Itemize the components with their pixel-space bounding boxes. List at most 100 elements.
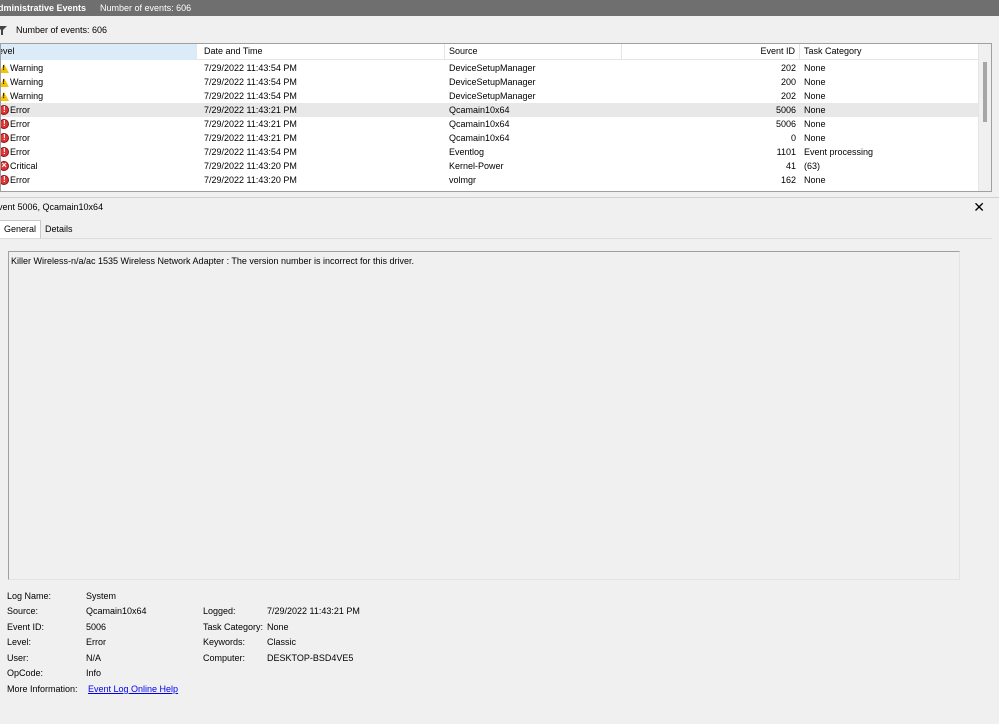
- table-row[interactable]: Error 7/29/2022 11:43:21 PM Qcamain10x64 0N…: [1, 131, 979, 145]
- logged-value: 7/29/2022 11:43:21 PM: [267, 606, 360, 616]
- view-title: dministrative Events: [0, 3, 87, 13]
- event-id-label: Event ID:: [7, 622, 45, 632]
- computer-value: DESKTOP-BSD4VE5: [267, 653, 354, 663]
- level-cell: Error: [1, 103, 198, 117]
- event-id-cell: 202: [780, 91, 796, 101]
- event-id-cell: 5006: [775, 105, 796, 115]
- level-cell: Critical: [1, 159, 198, 173]
- log-name-value: System: [86, 591, 117, 601]
- error-icon: [1, 105, 9, 115]
- event-count: Number of events: 606: [100, 3, 192, 13]
- source-label: Source:: [7, 606, 39, 616]
- date-cell: 7/29/2022 11:43:20 PM: [204, 161, 297, 171]
- date-cell: 7/29/2022 11:43:21 PM: [204, 119, 297, 129]
- user-label: User:: [7, 653, 29, 663]
- opcode-value: Info: [86, 668, 102, 678]
- task-category-cell: (63): [804, 161, 821, 171]
- event-id-cell: 202: [780, 63, 796, 73]
- level-cell: Warning: [1, 89, 198, 103]
- general-panel: Killer Wireless-n/a/ac 1535 Wireless Net…: [0, 238, 992, 720]
- event-message: Killer Wireless-n/a/ac 1535 Wireless Net…: [11, 256, 414, 266]
- level-text: Error: [10, 119, 30, 129]
- source-cell: volmgr: [449, 175, 477, 185]
- critical-icon: [1, 161, 9, 171]
- source-cell: DeviceSetupManager: [449, 63, 536, 73]
- column-header-source[interactable]: Source: [445, 44, 622, 60]
- event-id-cell: 200: [780, 77, 796, 87]
- close-icon[interactable]: ✕: [973, 199, 985, 215]
- date-cell: 7/29/2022 11:43:21 PM: [204, 105, 297, 115]
- computer-label: Computer:: [203, 653, 246, 663]
- error-icon: [1, 133, 9, 143]
- task-category-cell: None: [804, 133, 826, 143]
- error-icon: [1, 175, 9, 185]
- level-cell: Error: [1, 117, 198, 131]
- level-text: Error: [10, 133, 30, 143]
- detail-tabs: General Details: [0, 220, 77, 238]
- event-id-cell: 1101: [776, 147, 796, 157]
- level-cell: Error: [1, 131, 198, 145]
- events-grid[interactable]: evel Date and Time Source Event ID Task …: [0, 43, 992, 192]
- task-category-cell: None: [804, 105, 826, 115]
- task-category-label: Task Category:: [203, 622, 264, 632]
- keywords-label: Keywords:: [203, 637, 246, 647]
- table-row[interactable]: Critical 7/29/2022 11:43:20 PM Kernel-Powe…: [1, 159, 979, 173]
- user-value: N/A: [86, 653, 102, 663]
- source-value: Qcamain10x64: [86, 606, 147, 616]
- scrollbar-thumb[interactable]: [983, 62, 987, 122]
- column-header-event-id[interactable]: Event ID: [622, 44, 800, 60]
- grid-vertical-scrollbar[interactable]: [978, 44, 991, 191]
- tab-details[interactable]: Details: [41, 220, 77, 238]
- level-cell: Error: [1, 145, 198, 159]
- level-value: Error: [86, 637, 106, 647]
- event-message-box[interactable]: Killer Wireless-n/a/ac 1535 Wireless Net…: [8, 251, 960, 580]
- task-category-cell: None: [804, 77, 826, 87]
- source-cell: Qcamain10x64: [449, 133, 510, 143]
- date-cell: 7/29/2022 11:43:54 PM: [204, 91, 297, 101]
- level-text: Critical: [10, 161, 38, 171]
- date-cell: 7/29/2022 11:43:20 PM: [204, 175, 297, 185]
- table-row[interactable]: Error 7/29/2022 11:43:21 PM Qcamain10x64 50…: [1, 103, 979, 117]
- more-information-label: More Information:: [7, 684, 78, 694]
- column-header-level[interactable]: evel: [1, 44, 197, 60]
- task-category-cell: None: [804, 175, 826, 185]
- filter-label: Number of events: 606: [16, 24, 108, 35]
- table-row[interactable]: Error 7/29/2022 11:43:21 PM Qcamain10x64 50…: [1, 117, 979, 131]
- source-cell: DeviceSetupManager: [449, 91, 536, 101]
- event-id-cell: 162: [780, 175, 796, 185]
- level-cell: Warning: [1, 61, 198, 75]
- level-text: Error: [10, 147, 30, 157]
- filter-icon[interactable]: [0, 24, 7, 36]
- source-cell: Eventlog: [449, 147, 485, 157]
- level-text: Warning: [10, 77, 44, 87]
- tab-general[interactable]: General: [0, 220, 42, 238]
- warning-icon: [1, 91, 9, 101]
- date-cell: 7/29/2022 11:43:54 PM: [204, 77, 297, 87]
- event-id-cell: 41: [785, 161, 796, 171]
- detail-header: vent 5006, Qcamain10x64 ✕: [0, 197, 999, 216]
- warning-icon: [1, 77, 9, 87]
- warning-icon: [1, 63, 9, 73]
- column-header-task-category[interactable]: Task Category: [800, 44, 979, 60]
- level-text: Warning: [10, 91, 44, 101]
- table-row[interactable]: Warning 7/29/2022 11:43:54 PM DeviceSetupM…: [1, 75, 979, 89]
- event-id-value: 5006: [86, 622, 107, 632]
- table-row[interactable]: Error 7/29/2022 11:43:20 PM volmgr 162 None: [1, 173, 979, 187]
- level-text: Error: [10, 175, 30, 185]
- event-id-cell: 5006: [775, 119, 796, 129]
- level-label: Level:: [7, 637, 32, 647]
- log-name-label: Log Name:: [7, 591, 52, 601]
- level-cell: Warning: [1, 75, 198, 89]
- column-header-date[interactable]: Date and Time: [200, 44, 445, 60]
- source-cell: DeviceSetupManager: [449, 77, 536, 87]
- source-cell: Qcamain10x64: [449, 105, 510, 115]
- level-text: Error: [10, 105, 30, 115]
- event-log-online-help-link[interactable]: Event Log Online Help: [88, 684, 178, 694]
- task-category-cell: None: [804, 119, 826, 129]
- title-bar: dministrative Events Number of events: 6…: [0, 0, 999, 16]
- table-row[interactable]: Warning 7/29/2022 11:43:54 PM DeviceSetupM…: [1, 61, 979, 75]
- table-row[interactable]: Warning 7/29/2022 11:43:54 PM DeviceSetupM…: [1, 89, 979, 103]
- table-row[interactable]: Error 7/29/2022 11:43:54 PM Eventlog 1101 Ev…: [1, 145, 979, 159]
- date-cell: 7/29/2022 11:43:54 PM: [204, 63, 297, 73]
- level-cell: Error: [1, 173, 198, 187]
